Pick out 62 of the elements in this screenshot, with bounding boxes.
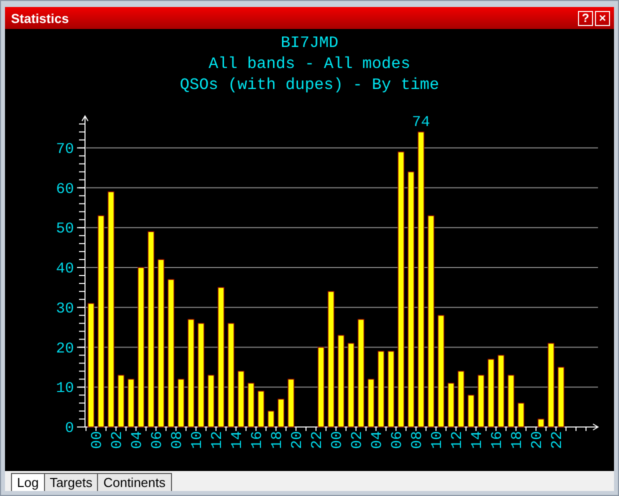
bar [538, 418, 544, 428]
x-tick-label: 22 [309, 431, 326, 450]
x-tick-label: 20 [289, 431, 306, 450]
bar [508, 374, 514, 428]
tab[interactable]: Targets [44, 473, 98, 491]
bar [478, 374, 484, 428]
x-tick-label: 02 [109, 431, 126, 450]
bar [558, 366, 564, 428]
y-tick-label: 40 [56, 260, 74, 278]
x-tick-label: 12 [449, 431, 466, 450]
x-tick-label: 08 [169, 431, 186, 450]
peak-label: 74 [412, 114, 430, 131]
x-tick-label: 00 [89, 431, 106, 450]
x-tick-label: 04 [369, 431, 386, 450]
chart-title: QSOs (with dupes) - By time [178, 75, 440, 96]
bar [468, 394, 474, 428]
bar [278, 398, 284, 428]
x-tick-label: 04 [129, 431, 146, 450]
bar [238, 370, 244, 428]
x-tick-label: 14 [469, 431, 486, 450]
x-tick-label: 02 [349, 431, 366, 450]
y-tick-label: 0 [64, 420, 74, 437]
y-tick-label: 60 [56, 180, 74, 198]
bar [208, 374, 214, 428]
x-tick-label: 14 [229, 431, 246, 450]
y-tick-label: 30 [56, 300, 74, 318]
bar [458, 370, 464, 428]
x-tick-label: 12 [209, 431, 226, 450]
x-tick-label: 18 [509, 431, 526, 450]
bar [488, 358, 494, 428]
bar [248, 382, 254, 428]
x-tick-label: 18 [269, 431, 286, 450]
bar [258, 390, 264, 428]
tab[interactable]: Log [11, 473, 45, 491]
window-title: Statistics [11, 10, 69, 26]
tab[interactable]: Continents [97, 473, 172, 491]
close-button[interactable]: × [595, 10, 610, 26]
help-button[interactable]: ? [578, 10, 593, 26]
x-tick-label: 10 [189, 431, 206, 450]
chart-title: BI7JMD [280, 33, 340, 54]
bar [448, 382, 454, 428]
bar [118, 374, 124, 428]
bar [128, 378, 134, 428]
bar [268, 410, 274, 428]
y-tick-label: 50 [56, 220, 74, 238]
x-tick-label: 08 [409, 431, 426, 450]
x-tick-label: 22 [549, 431, 566, 450]
y-tick-label: 10 [56, 380, 74, 398]
x-tick-label: 16 [489, 431, 506, 450]
bar [288, 378, 294, 428]
bar [178, 378, 184, 428]
x-tick-label: 00 [329, 431, 346, 450]
y-tick-label: 20 [56, 340, 74, 358]
x-tick-label: 20 [529, 431, 546, 450]
chart-title: All bands - All modes [208, 54, 412, 75]
y-tick-label: 70 [56, 140, 74, 158]
x-tick-label: 16 [249, 431, 266, 450]
x-tick-label: 10 [429, 431, 446, 450]
bar [368, 378, 374, 428]
x-tick-label: 06 [389, 431, 406, 450]
x-tick-label: 06 [149, 431, 166, 450]
bar [518, 402, 524, 428]
